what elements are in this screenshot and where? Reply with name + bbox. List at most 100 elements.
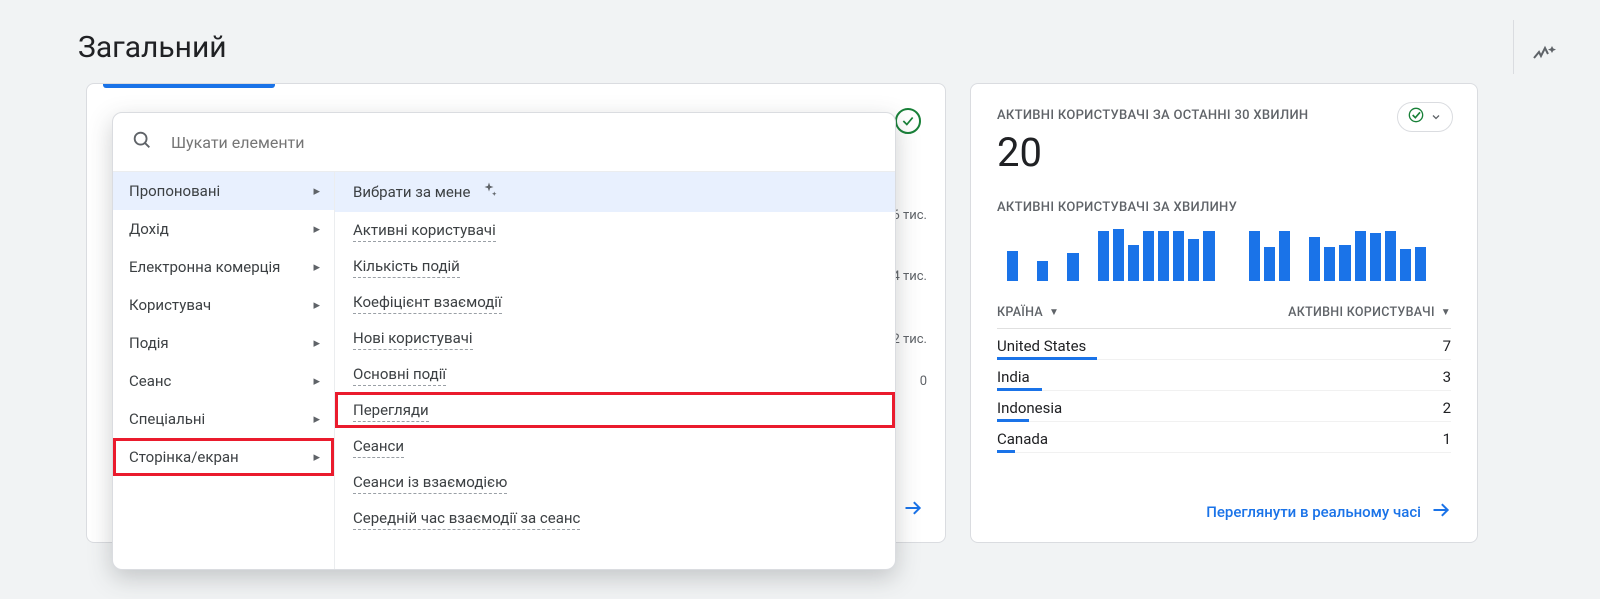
- metric-label: Кількість подій: [353, 257, 460, 278]
- category-item[interactable]: Сеанс ▸: [113, 362, 334, 400]
- chevron-right-icon: ▸: [313, 450, 320, 465]
- minute-bar: [1173, 231, 1184, 281]
- realtime-label: АКТИВНІ КОРИСТУВАЧІ ЗА ОСТАННІ 30 ХВИЛИН: [997, 108, 1451, 123]
- category-column: Пропоновані▸Дохід▸Електронна комерція▸Ко…: [113, 172, 335, 569]
- chevron-right-icon: ▸: [313, 260, 320, 275]
- category-item[interactable]: Пропоновані▸: [113, 172, 334, 210]
- status-check-icon[interactable]: [895, 108, 921, 134]
- page-title: Загальний: [78, 30, 227, 65]
- minute-bar: [1249, 231, 1260, 281]
- minute-bar: [1279, 231, 1290, 281]
- minute-bar: [1143, 231, 1154, 281]
- minute-bar: [1324, 247, 1335, 281]
- arrow-right-icon: [903, 498, 923, 522]
- table-row[interactable]: Indonesia 2: [997, 391, 1451, 422]
- metric-label: Сеанси: [353, 437, 404, 458]
- table-row[interactable]: Canada1: [997, 422, 1451, 453]
- minute-bar: [1113, 229, 1124, 281]
- metric-picker-panel: Пропоновані▸Дохід▸Електронна комерція▸Ко…: [112, 112, 896, 570]
- metric-label: Вибрати за мене: [353, 183, 470, 201]
- category-item[interactable]: Користувач▸: [113, 286, 334, 324]
- minute-bar: [1339, 245, 1350, 281]
- minute-bar: [1415, 247, 1426, 281]
- category-label: Сеанс: [129, 372, 171, 390]
- th-active-users-label: АКТИВНІ КОРИСТУВАЧІ: [1288, 305, 1435, 320]
- table-row[interactable]: India 3: [997, 360, 1451, 391]
- divider: [1513, 20, 1514, 74]
- status-pill[interactable]: [1397, 102, 1453, 132]
- metric-column: Вибрати за мене Активні користувачі Кількі…: [335, 172, 895, 569]
- country-table-header: КРАЇНА ▼ АКТИВНІ КОРИСТУВАЧІ ▼: [997, 299, 1451, 329]
- y-tick: 4 тис.: [892, 269, 927, 284]
- metric-item[interactable]: Сеанси: [335, 428, 895, 464]
- view-realtime-label: Переглянути в реальному часі: [1206, 503, 1421, 521]
- metric-label: Перегляди: [353, 401, 429, 422]
- country-value: 2: [1443, 399, 1451, 417]
- metric-label: Сеанси із взаємодією: [353, 473, 507, 494]
- metric-search-input[interactable]: [171, 133, 877, 152]
- country-table-body: United States7 India 3 Indonesia 2 Canada1: [997, 329, 1451, 453]
- category-item[interactable]: Електронна комерція ▸: [113, 248, 334, 286]
- metric-item[interactable]: Середній час взаємодії за сеанс: [335, 500, 895, 536]
- country-value: 3: [1443, 368, 1451, 386]
- th-active-users[interactable]: АКТИВНІ КОРИСТУВАЧІ ▼: [1288, 305, 1451, 320]
- y-tick: 0: [920, 374, 927, 389]
- realtime-sublabel: АКТИВНІ КОРИСТУВАЧІ ЗА ХВИЛИНУ: [997, 200, 1451, 215]
- metric-label: Активні користувачі: [353, 221, 496, 242]
- category-item[interactable]: Дохід ▸: [113, 210, 334, 248]
- view-realtime-link[interactable]: Переглянути в реальному часі: [997, 500, 1451, 524]
- metric-item[interactable]: Вибрати за мене: [335, 172, 895, 212]
- metric-item[interactable]: Кількість подій: [335, 248, 895, 284]
- country-name: India: [997, 368, 1030, 386]
- chevron-right-icon: ▸: [313, 222, 320, 237]
- category-item[interactable]: Спеціальні ▸: [113, 400, 334, 438]
- chevron-right-icon: ▸: [313, 374, 320, 389]
- category-label: Сторінка/екран: [129, 448, 239, 466]
- country-value: 7: [1443, 337, 1451, 355]
- category-item[interactable]: Подія▸: [113, 324, 334, 362]
- sparkle-icon: [480, 181, 498, 203]
- minute-bar: [1355, 231, 1366, 281]
- th-country[interactable]: КРАЇНА ▼: [997, 305, 1059, 320]
- minute-bar: [1203, 231, 1214, 281]
- minute-bar: [1007, 251, 1018, 281]
- category-label: Подія: [129, 334, 169, 352]
- minute-bar: [1188, 239, 1199, 281]
- minute-bar: [1370, 233, 1381, 281]
- table-row[interactable]: United States7: [997, 329, 1451, 360]
- sort-caret-icon: ▼: [1441, 307, 1451, 318]
- insights-icon[interactable]: [1520, 30, 1568, 78]
- y-tick: 6 тис.: [892, 208, 927, 223]
- minute-bar: [1098, 231, 1109, 281]
- arrow-right-icon: [1431, 500, 1451, 524]
- minute-bar: [1037, 261, 1048, 281]
- metric-item[interactable]: Основні події: [335, 356, 895, 392]
- per-minute-bar-chart: [997, 225, 1451, 281]
- minute-bar: [1067, 253, 1078, 281]
- metric-item[interactable]: Коефіцієнт взаємодії: [335, 284, 895, 320]
- metric-item[interactable]: Активні користувачі: [335, 212, 895, 248]
- y-tick: 2 тис.: [892, 332, 927, 347]
- minute-bar: [1400, 249, 1411, 281]
- active-tab-indicator: [103, 84, 275, 88]
- search-icon: [131, 129, 153, 155]
- category-label: Спеціальні: [129, 410, 205, 428]
- minute-bar: [1309, 237, 1320, 281]
- chevron-right-icon: ▸: [313, 412, 320, 427]
- metric-item[interactable]: Нові користувачі: [335, 320, 895, 356]
- category-label: Пропоновані: [129, 182, 220, 200]
- minute-bar: [1158, 231, 1169, 281]
- metric-item[interactable]: Перегляди: [335, 392, 895, 428]
- chevron-right-icon: ▸: [313, 298, 320, 313]
- country-name: Indonesia: [997, 399, 1062, 417]
- metric-label: Коефіцієнт взаємодії: [353, 293, 502, 314]
- chevron-down-icon: [1430, 108, 1442, 127]
- check-icon: [1408, 107, 1424, 127]
- minute-bar: [1264, 247, 1275, 281]
- category-label: Електронна комерція: [129, 258, 280, 276]
- category-item[interactable]: Сторінка/екран ▸: [113, 438, 334, 476]
- metric-item[interactable]: Сеанси із взаємодією: [335, 464, 895, 500]
- country-value: 1: [1443, 430, 1451, 448]
- category-label: Дохід: [129, 220, 169, 238]
- metric-label: Середній час взаємодії за сеанс: [353, 509, 580, 530]
